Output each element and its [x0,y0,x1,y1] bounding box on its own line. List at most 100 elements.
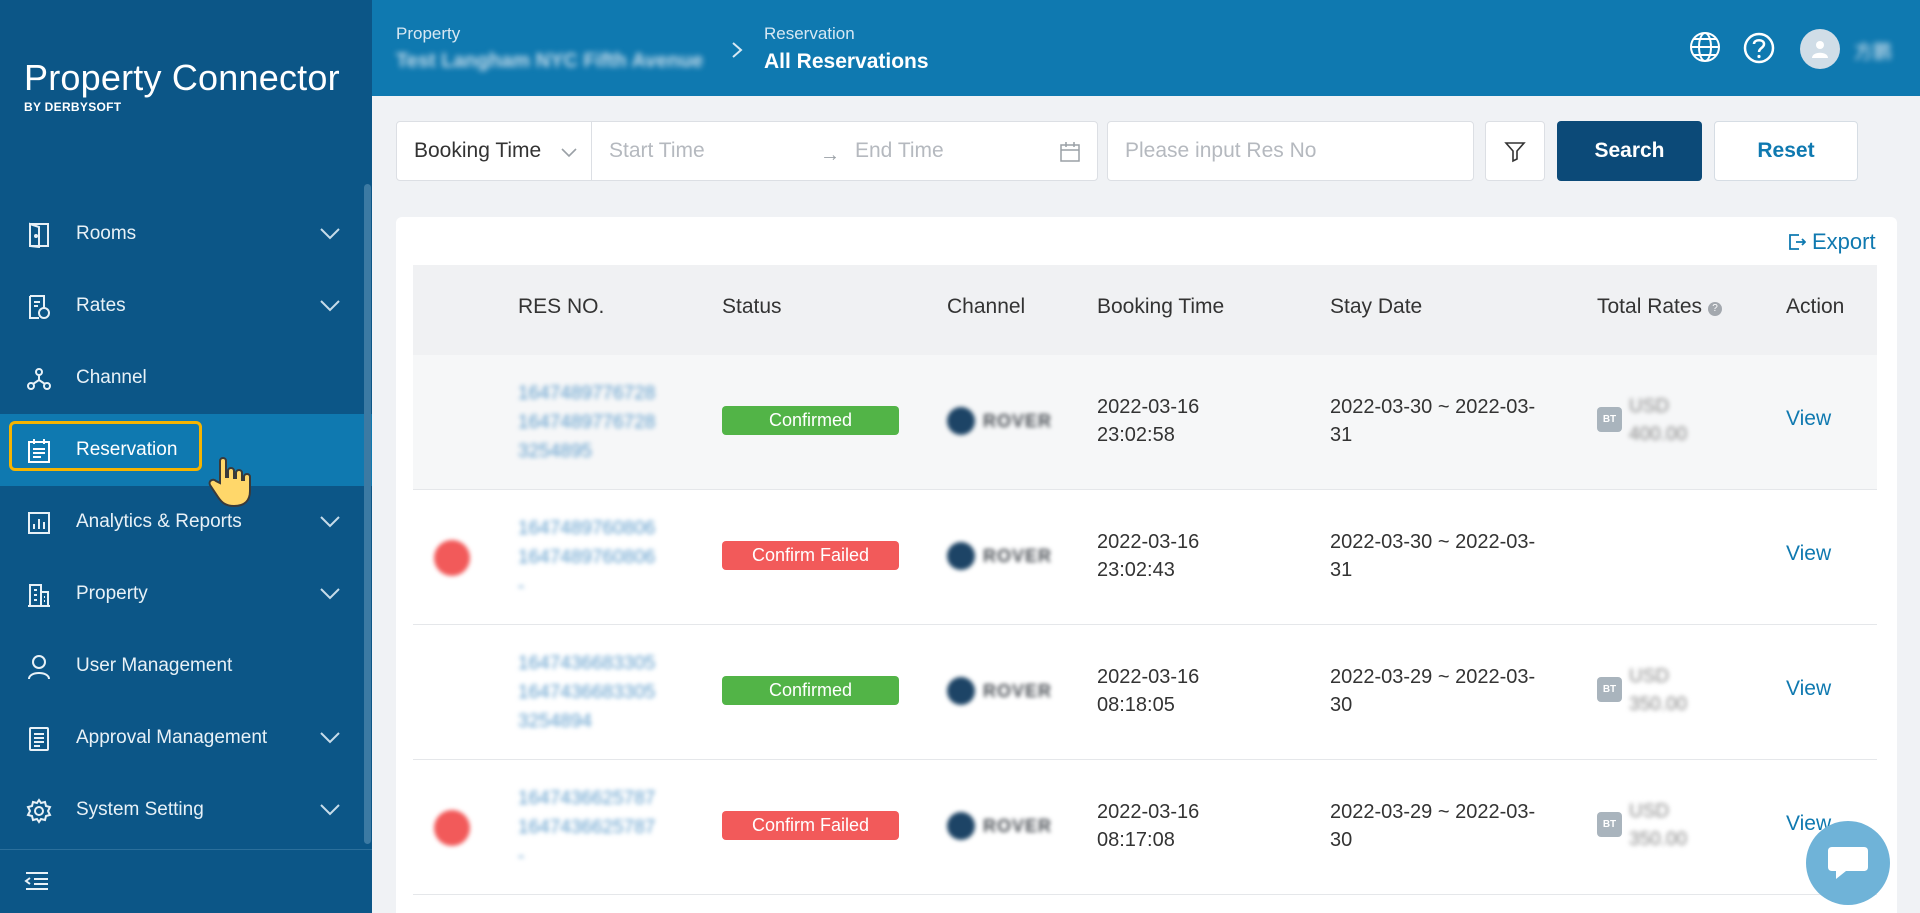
sidebar-item-channel[interactable]: Channel [0,342,372,414]
chevron-down-icon [320,804,340,816]
table-row: 1647489776728 1647489776728 3254895 Conf… [413,355,1877,490]
sidebar-item-rates[interactable]: Rates [0,270,372,342]
chat-widget-button[interactable] [1806,821,1890,905]
sidebar-item-property[interactable]: Property [0,558,372,630]
res-no-input[interactable] [1125,139,1455,163]
res-no-line: 3254894 [518,711,592,732]
res-no-link[interactable]: 1647489760806 1647489760806 - [518,514,655,601]
time-type-select[interactable]: Booking Time [396,121,592,181]
stay-date-line: 2022-03-30 ~ 2022-03- [1330,531,1536,553]
currency: USD [1629,396,1670,417]
export-icon [1789,234,1806,250]
alert-icon[interactable] [434,810,470,846]
start-time-placeholder[interactable]: Start Time [609,139,705,163]
total-rate: USD 350.00 [1629,798,1687,854]
channel-logo-icon [947,677,975,705]
stay-date: 2022-03-29 ~ 2022-03- 30 [1330,663,1570,719]
booking-date: 2022-03-16 [1097,531,1200,553]
res-no-link[interactable]: 1647436683305 1647436683305 3254894 [518,649,655,736]
res-no-link[interactable]: 1647436625787 1647436625787 - [518,784,655,871]
sidebar-nav: Rooms Rates Channel Reservation Analytic… [0,198,372,846]
booking-time: 2022-03-16 23:02:43 [1097,528,1199,584]
view-link[interactable]: View [1786,407,1831,431]
status-badge: Confirm Failed [722,811,899,840]
sidebar: Property Connector BY DERBYSOFT Rooms Ra… [0,0,372,913]
document-icon [26,726,52,752]
avatar[interactable] [1800,29,1840,69]
sidebar-scrollbar[interactable] [364,184,371,844]
info-icon[interactable]: ? [1708,302,1723,316]
sidebar-item-approval-management[interactable]: Approval Management [0,702,372,774]
chevron-down-icon [320,732,340,744]
stay-date-line: 30 [1330,829,1353,851]
col-status: Status [722,295,782,318]
page-title: All Reservations [764,50,929,73]
collapse-menu-icon[interactable] [24,870,50,892]
res-no-field[interactable] [1107,121,1474,181]
stay-date: 2022-03-30 ~ 2022-03- 31 [1330,393,1570,449]
gear-icon [26,798,52,824]
stay-date-line: 2022-03-29 ~ 2022-03- [1330,801,1536,823]
chevron-down-icon [320,588,340,600]
channel-name: ROVER [983,410,1053,431]
sidebar-item-rooms[interactable]: Rooms [0,198,372,270]
date-range-picker[interactable]: Start Time → End Time [591,121,1098,181]
user-avatar-icon [1812,41,1828,58]
res-no-line: 1647489760806 [518,547,656,568]
booking-date: 2022-03-16 [1097,666,1200,688]
col-booking-time: Booking Time [1097,295,1225,318]
sidebar-item-system-setting[interactable]: System Setting [0,774,372,846]
help-icon[interactable] [1742,31,1776,65]
res-no-line: 1647436625787 [518,817,656,838]
sidebar-item-label: Rooms [76,223,137,244]
brand-logo[interactable]: Property Connector BY DERBYSOFT [24,58,340,115]
booking-time: 2022-03-16 08:17:08 [1097,798,1199,854]
bar-chart-icon [26,510,52,536]
pointer-hand-icon [208,457,251,508]
sidebar-item-label: Analytics & Reports [76,511,242,532]
sidebar-item-label: User Management [76,655,233,676]
stay-date-line: 2022-03-29 ~ 2022-03- [1330,666,1536,688]
sidebar-item-label: Approval Management [76,727,268,748]
chevron-down-icon [320,516,340,528]
sidebar-item-user-management[interactable]: User Management [0,630,372,702]
stay-date-line: 31 [1330,559,1353,581]
table-row: 1647489760806 1647489760806 - Confirm Fa… [413,490,1877,625]
calendar-list-icon [26,438,52,464]
rate-type-badge: BT [1597,407,1622,432]
col-total-rates-label: Total Rates [1597,295,1703,318]
res-no-line: - [518,846,525,867]
rate-type-badge: BT [1597,812,1622,837]
status-badge: Confirmed [722,676,899,705]
reset-button[interactable]: Reset [1714,121,1858,181]
export-button[interactable]: Export [1788,229,1876,255]
door-icon [26,222,52,248]
username[interactable]: 方鹏 [1854,37,1892,64]
table-row: 1647436683305 1647436683305 3254894 Conf… [413,625,1877,760]
sidebar-footer [0,849,372,913]
booking-clock: 23:02:43 [1097,559,1175,581]
search-button[interactable]: Search [1557,121,1702,181]
channel-network-icon [26,366,52,392]
alert-icon[interactable] [434,540,470,576]
status-badge: Confirmed [722,406,899,435]
filter-funnel-icon [1504,142,1526,163]
globe-icon[interactable] [1688,30,1722,64]
res-no-link[interactable]: 1647489776728 1647489776728 3254895 [518,379,655,466]
view-link[interactable]: View [1786,677,1831,701]
rates-doc-icon [26,294,52,320]
sidebar-item-analytics[interactable]: Analytics & Reports [0,486,372,558]
breadcrumb-property[interactable]: Property Test Langham NYC Fifth Avenue [396,24,703,73]
sidebar-item-label: Property [76,583,148,604]
calendar-icon [1060,142,1080,162]
breadcrumb-reservation: Reservation All Reservations [764,24,929,74]
amount: 400.00 [1629,424,1688,445]
end-time-placeholder[interactable]: End Time [855,139,944,163]
arrow-right-icon: → [820,144,840,166]
table-row: 1647436625787 1647436625787 - Confirm Fa… [413,760,1877,895]
view-link[interactable]: View [1786,542,1831,566]
booking-date: 2022-03-16 [1097,801,1200,823]
sidebar-item-reservation[interactable]: Reservation [0,414,372,486]
building-icon [26,582,52,608]
filter-button[interactable] [1485,121,1545,181]
